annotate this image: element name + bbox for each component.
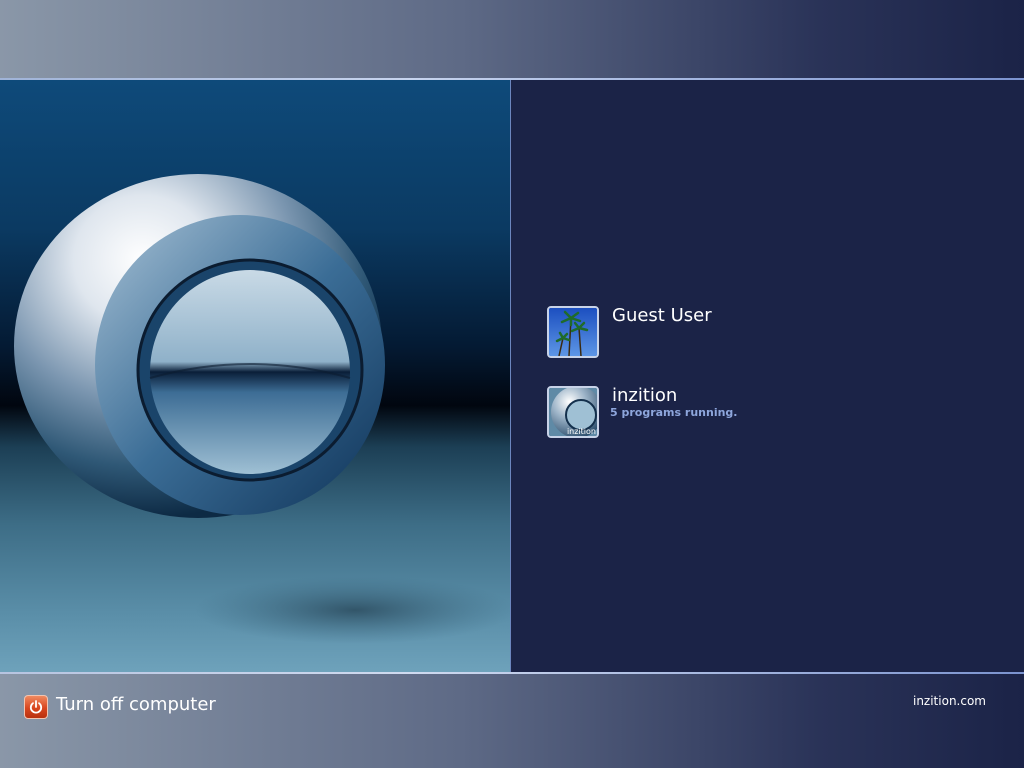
bottom-bar: Turn off computer inzition.com (0, 674, 1024, 768)
login-area: Guest User inzition inzition 5 programs … (0, 80, 1024, 672)
user-tile-guest[interactable]: Guest User (547, 305, 947, 362)
user-status-inzition: 5 programs running. (610, 406, 738, 419)
turn-off-label[interactable]: Turn off computer (56, 694, 216, 715)
user-name-guest[interactable]: Guest User (612, 305, 712, 326)
palm-trees-icon[interactable] (547, 306, 599, 358)
site-label: inzition.com (912, 694, 986, 708)
user-name-inzition[interactable]: inzition (612, 385, 677, 406)
power-icon[interactable] (24, 695, 48, 719)
user-list: Guest User inzition inzition 5 programs … (511, 80, 1024, 672)
welcome-artwork (0, 80, 510, 672)
top-bar (0, 0, 1024, 78)
user-tile-inzition[interactable]: inzition inzition 5 programs running. (547, 385, 947, 442)
avatar-caption: inzition (567, 427, 596, 436)
sphere-avatar-icon[interactable]: inzition (547, 386, 599, 438)
